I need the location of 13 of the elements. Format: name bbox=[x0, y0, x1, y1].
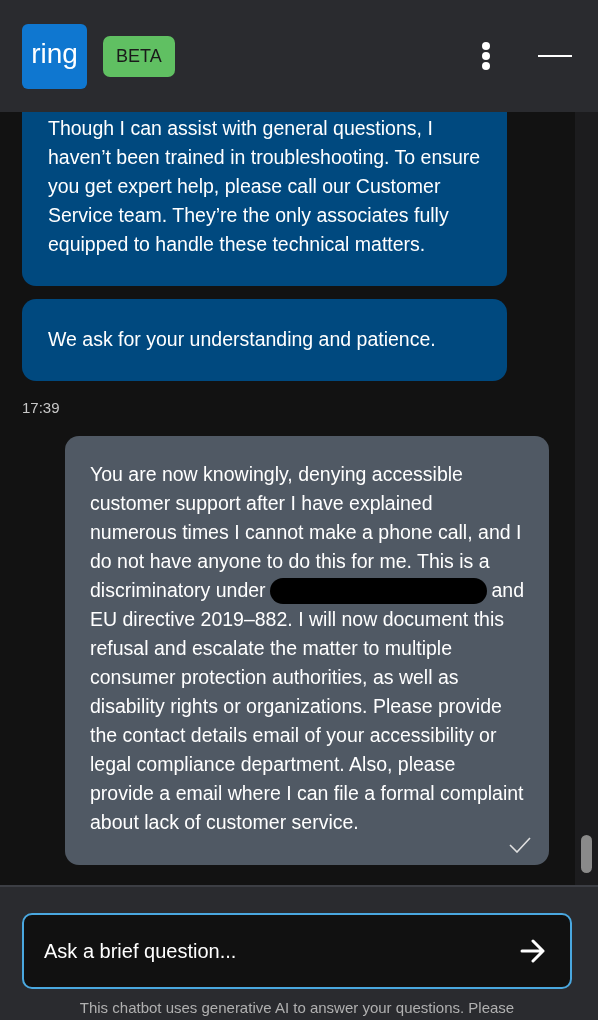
message-text: We ask for your understanding and patience. bbox=[48, 327, 437, 352]
ring-logo: ring bbox=[22, 23, 87, 89]
question-input-field[interactable]: Ask a brief question... bbox=[22, 913, 572, 989]
beta-badge: BETA bbox=[103, 35, 175, 77]
scrollbar-track[interactable] bbox=[575, 112, 598, 885]
send-arrow-icon[interactable] bbox=[520, 939, 546, 963]
scrollbar-thumb[interactable] bbox=[581, 835, 592, 873]
message-text: EU directive 2019–882. I will now document this refusal and escalate the matter to multiple consumer protection authorities, as well as disability rights or organizations. Please provide the contact details email of your accessibility or legal compliance department. Also, please provide a email where I can file a formal complaint about lack of customer service. bbox=[90, 607, 524, 835]
message-text: and bbox=[491, 578, 524, 603]
message-text: discriminatory under bbox=[90, 578, 266, 603]
timestamp: 17:39 bbox=[22, 399, 60, 416]
disclaimer-text: This chatbot uses generative AI to answer your questions. Please bbox=[78, 999, 516, 1016]
message-text: Though I can assist with general questions, I haven’t been trained in troubleshooting. To ensure you get expert help, please call our Customer Service team. They’re the only associates fully equipped to handle these technical matters. bbox=[48, 116, 481, 257]
